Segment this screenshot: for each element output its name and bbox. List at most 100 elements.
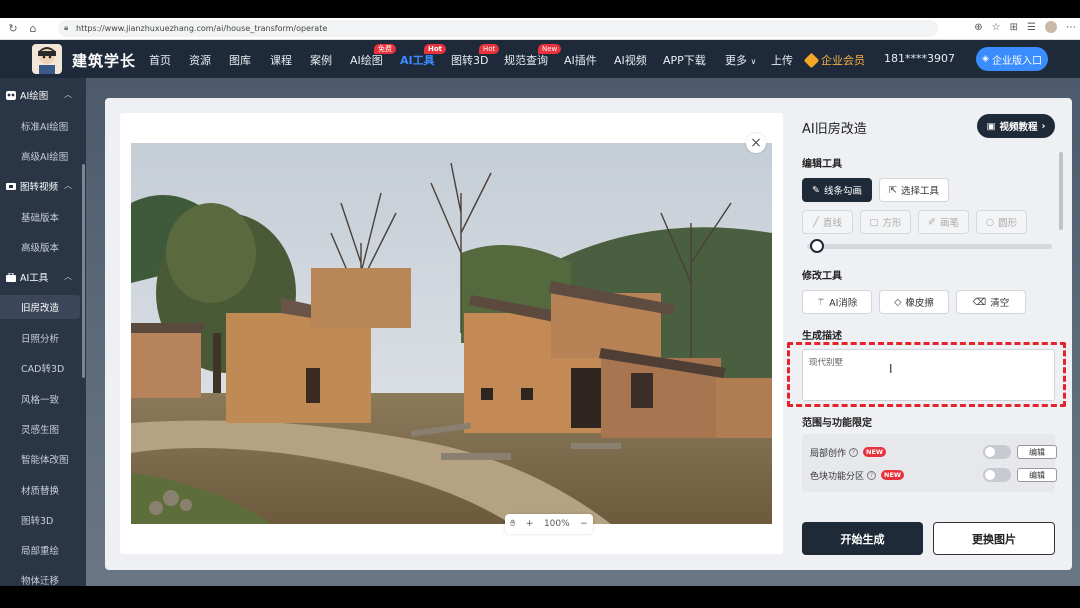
favorites-icon[interactable]: ☰ [1027,22,1036,33]
zoom-icon[interactable]: ⊕ [974,22,982,33]
help-icon[interactable]: ? [867,470,877,480]
nav-resources[interactable]: 资源 [189,52,211,68]
clear-button[interactable]: ⌫ 清空 [956,290,1026,314]
hot-badge: Hot [479,44,500,54]
color-zoning-toggle[interactable] [983,468,1011,482]
nav-label: AI工具 [400,54,435,67]
nav-gallery[interactable]: 图库 [229,52,251,68]
chevron-right-icon: › [1041,120,1046,132]
nav-code-lookup[interactable]: 规范查询 New [504,44,562,68]
sidebar-item-standard-ai-drawing[interactable]: 标准AI绘图 [0,114,80,138]
sidebar-item-advanced-ai-drawing[interactable]: 高级AI绘图 [0,144,80,168]
tool-label: 圆形 [998,218,1018,229]
video-tutorial-button[interactable]: ▣ 视频教程 › [977,114,1055,138]
nav-ai-plugins[interactable]: AI插件 [564,52,597,68]
scope-heading: 范围与功能限定 [802,418,872,429]
sidebar-group-ai-drawing[interactable]: AI绘图 ︿ [0,83,86,107]
nav-label: 图转3D [451,54,489,67]
eraser-button[interactable]: ◇ 橡皮擦 [879,290,949,314]
sidebar-item-basic-version[interactable]: 基础版本 [0,205,80,229]
partial-creation-edit-button[interactable]: 编辑 [1017,445,1057,459]
brush-tool-button[interactable]: ✐ 画笔 [918,210,969,234]
nav-ai-video[interactable]: AI视频 [614,52,647,68]
enterprise-member-link[interactable]: 企业会员 [803,52,865,68]
sidebar-item-partial-redraw[interactable]: 局部重绘 [0,538,80,562]
sidebar-group-ai-tools[interactable]: AI工具 ︿ [0,265,86,289]
rectangle-shape-button[interactable]: □ 方形 [860,210,911,234]
modify-tools-heading: 修改工具 [802,271,842,282]
clear-icon: ⌫ [972,296,987,308]
select-tool-button[interactable]: ⇱ 选择工具 [879,178,949,202]
refresh-icon[interactable]: ↻ [6,22,20,36]
nav-cases[interactable]: 案例 [310,52,332,68]
home-icon[interactable]: ⌂ [26,22,40,36]
color-zoning-edit-button[interactable]: 编辑 [1017,468,1057,482]
nav-more[interactable]: 更多 ∨ [725,52,756,68]
tool-label: 选择工具 [900,186,939,197]
sidebar-item-material-replace[interactable]: 材质替换 [0,478,80,502]
more-icon[interactable]: ⋯ [1066,22,1076,33]
tool-label: 直线 [822,218,842,229]
sidebar-item-sunlight-analysis[interactable]: 日照分析 [0,326,80,350]
partial-creation-row: 局部创作 ? NEW 编辑 [810,443,1057,461]
chevron-up-icon: ︿ [64,181,72,190]
sidebar-item-advanced-version[interactable]: 高级版本 [0,235,80,259]
free-badge: 免费 [374,44,396,54]
nav-label: 规范查询 [504,54,548,67]
nav-courses[interactable]: 课程 [270,52,292,68]
tool-label: AI消除 [829,298,858,309]
tool-label: 方形 [882,218,902,229]
close-image-button[interactable]: × [746,133,766,153]
panel-scrollbar[interactable] [1059,152,1063,230]
zoom-out-icon[interactable]: − [580,519,588,529]
hand-pan-icon[interactable]: ✋︎ [510,519,515,529]
sidebar-item-agent-edit[interactable]: 智能体改图 [0,447,80,471]
option-label: 局部创作 [810,448,847,459]
video-icon [6,182,16,191]
enterprise-entry-button[interactable]: ◈ 企业版入口 [976,47,1048,71]
extensions-icon[interactable]: ⊞ [1010,22,1018,33]
site-logo[interactable] [32,44,62,74]
sidebar-item-old-house-renovation[interactable]: 旧房改造 [0,295,80,319]
line-shape-button[interactable]: ╱ 直线 [802,210,853,234]
circle-icon: ○ [985,216,995,228]
nav-home[interactable]: 首页 [149,52,171,68]
start-generation-button[interactable]: 开始生成 [802,522,923,555]
circle-shape-button[interactable]: ○ 圆形 [976,210,1027,234]
sidebar-item-object-migration[interactable]: 物体迁移 [0,568,80,592]
zoom-in-icon[interactable]: + [526,519,534,529]
tool-label: 橡皮擦 [905,298,934,309]
address-bar[interactable]: 🔒︎ https://www.jianzhuxuezhang.com/ai/ho… [58,20,938,37]
ai-erase-button[interactable]: ⚚ AI消除 [802,290,872,314]
help-icon[interactable]: ? [849,447,859,457]
site-name[interactable]: 建筑学长 [72,50,136,71]
sidebar-group-image-to-video[interactable]: 图转视频 ︿ [0,174,86,198]
house-photo[interactable] [131,143,772,524]
nav-ai-drawing[interactable]: AI绘图 免费 [350,44,396,68]
profile-avatar[interactable] [1045,21,1057,33]
sidebar-item-cad-to-3d[interactable]: CAD转3D [0,356,80,380]
chevron-down-icon: ∨ [750,57,757,66]
sidebar: AI绘图 ︿ 标准AI绘图 高级AI绘图 图转视频 ︿ 基础版本 高级版本 AI… [0,78,86,587]
line-sketch-button[interactable]: ✎ 线条勾画 [802,178,872,202]
nav-image-to-3d[interactable]: 图转3D Hot [451,44,500,68]
sidebar-item-image-to-3d[interactable]: 图转3D [0,508,80,532]
brush-size-slider[interactable] [807,244,1052,249]
partial-creation-toggle[interactable] [983,445,1011,459]
user-phone[interactable]: 181****3907 [884,52,955,65]
video-btn-label: 视频教程 [999,122,1038,133]
sidebar-item-style-consistency[interactable]: 风格一致 [0,387,80,411]
replace-image-button[interactable]: 更换图片 [933,522,1055,555]
nav-label: AI视频 [614,54,647,67]
nav-app-download[interactable]: APP下载 [663,52,706,68]
brush-icon: ✐ [928,216,936,228]
option-label: 色块功能分区 [810,471,865,482]
palette-icon [6,90,16,100]
nav-upload[interactable]: 上传 [771,52,793,68]
sidebar-scrollbar[interactable] [82,164,85,378]
nav-ai-tools[interactable]: AI工具 Hot [400,44,447,68]
brush-size-slider-handle[interactable] [809,239,824,253]
bookmark-icon[interactable]: ☆ [992,22,1001,33]
new-badge: NEW [881,470,905,480]
sidebar-item-inspiration-image[interactable]: 灵感生图 [0,417,80,441]
